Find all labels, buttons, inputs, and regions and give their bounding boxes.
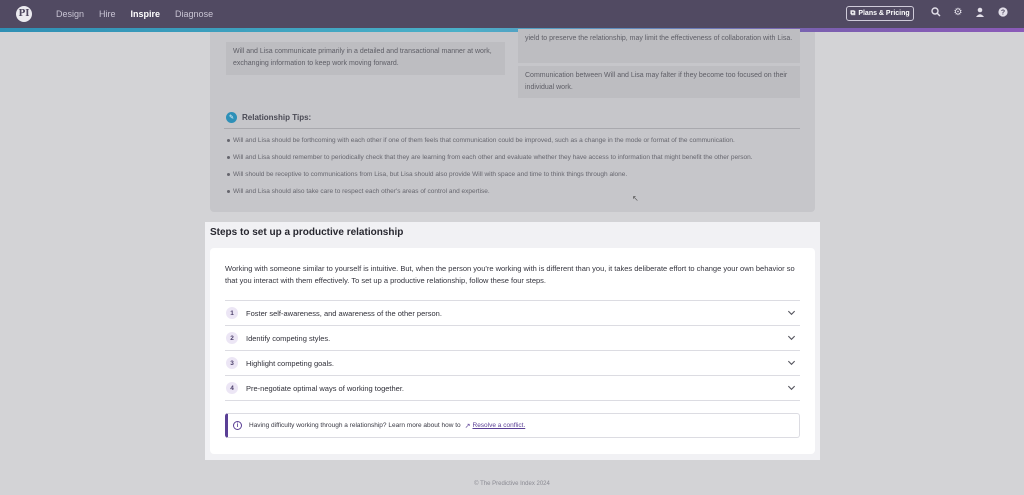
- search-icon[interactable]: [930, 7, 942, 19]
- relationship-details-card: Will and Lisa communicate primarily in a…: [210, 29, 815, 212]
- conflict-callout: i Having difficulty working through a re…: [225, 413, 800, 438]
- steps-intro-text: Working with someone similar to yourself…: [225, 264, 795, 285]
- chevron-down-icon[interactable]: [787, 333, 796, 342]
- external-link-icon: ↗: [464, 422, 471, 430]
- footer-copyright: © The Predictive Index 2024: [474, 481, 550, 487]
- tag-icon: ⧉: [850, 9, 856, 17]
- collaboration-caution-cell: yield to preserve the relationship, may …: [518, 29, 800, 63]
- divider: [224, 128, 800, 129]
- step-2-row[interactable]: 2 Identify competing styles.: [225, 325, 800, 350]
- pi-logo[interactable]: PI: [16, 6, 32, 22]
- mouse-cursor-icon: ↖: [632, 194, 639, 203]
- steps-section: Steps to set up a productive relationshi…: [205, 222, 820, 460]
- lightbulb-icon: ✎: [226, 112, 237, 123]
- steps-section-title: Steps to set up a productive relationshi…: [210, 227, 404, 238]
- relationship-tips-header: ✎ Relationship Tips:: [226, 112, 311, 123]
- step-label: Identify competing styles.: [246, 333, 331, 343]
- communication-strength-cell: Will and Lisa communicate primarily in a…: [226, 42, 505, 75]
- main-nav: Design Hire Inspire Diagnose: [56, 0, 228, 28]
- nav-hire[interactable]: Hire: [99, 9, 116, 19]
- step-label: Foster self-awareness, and awareness of …: [246, 308, 442, 318]
- tip-item: Will and Lisa should also take care to r…: [224, 187, 814, 204]
- callout-text: Having difficulty working through a rela…: [249, 422, 461, 429]
- nav-design[interactable]: Design: [56, 9, 84, 19]
- resolve-conflict-link[interactable]: Resolve a conflict.: [473, 422, 526, 429]
- help-icon[interactable]: ?: [997, 7, 1009, 19]
- step-number-badge: 1: [226, 307, 238, 319]
- info-icon: i: [233, 421, 242, 430]
- tip-item: Will should be receptive to communicatio…: [224, 170, 814, 187]
- nav-diagnose[interactable]: Diagnose: [175, 9, 213, 19]
- user-icon[interactable]: [974, 7, 986, 19]
- gear-icon[interactable]: ⚙: [952, 7, 964, 19]
- step-1-row[interactable]: 1 Foster self-awareness, and awareness o…: [225, 300, 800, 325]
- step-4-row[interactable]: 4 Pre-negotiate optimal ways of working …: [225, 375, 800, 401]
- top-nav-bar: PI Design Hire Inspire Diagnose ⧉ Plans …: [0, 0, 1024, 28]
- tip-item: Will and Lisa should remember to periodi…: [224, 153, 814, 170]
- step-number-badge: 3: [226, 357, 238, 369]
- step-number-badge: 4: [226, 382, 238, 394]
- step-3-row[interactable]: 3 Highlight competing goals.: [225, 350, 800, 375]
- chevron-down-icon[interactable]: [787, 383, 796, 392]
- svg-text:?: ?: [1001, 10, 1005, 17]
- step-label: Pre-negotiate optimal ways of working to…: [246, 383, 405, 393]
- step-number-badge: 2: [226, 332, 238, 344]
- communication-caution-cell: Communication between Will and Lisa may …: [518, 66, 800, 98]
- plans-pricing-label: Plans & Pricing: [858, 10, 910, 17]
- chevron-down-icon[interactable]: [787, 358, 796, 367]
- relationship-tips-title: Relationship Tips:: [242, 113, 312, 122]
- step-label: Highlight competing goals.: [246, 358, 334, 368]
- plans-pricing-button[interactable]: ⧉ Plans & Pricing: [846, 6, 914, 21]
- nav-inspire[interactable]: Inspire: [131, 9, 161, 19]
- chevron-down-icon[interactable]: [787, 308, 796, 317]
- steps-accordion: 1 Foster self-awareness, and awareness o…: [225, 300, 800, 401]
- steps-card: Working with someone similar to yourself…: [210, 248, 815, 454]
- relationship-tips-list: Will and Lisa should be forthcoming with…: [224, 136, 814, 204]
- tip-item: Will and Lisa should be forthcoming with…: [224, 136, 814, 153]
